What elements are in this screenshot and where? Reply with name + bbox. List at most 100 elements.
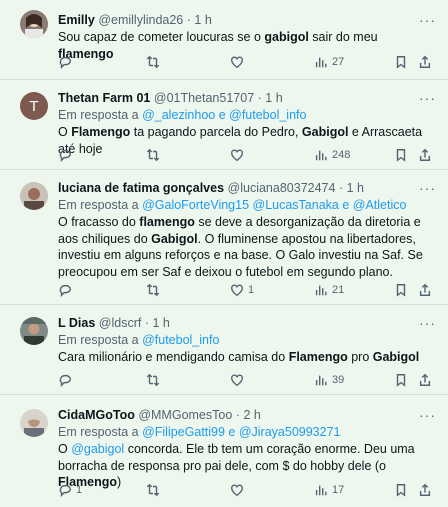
separator-dot: ·	[257, 91, 262, 105]
reply-context: Em resposta a @_alezinhoo e @futebol_inf…	[58, 107, 436, 123]
highlight-keyword: Flamengo	[71, 125, 131, 139]
retweet-icon	[146, 483, 160, 497]
highlight-keyword: flamengo	[139, 215, 195, 229]
share-icon	[419, 55, 431, 68]
reply-count: 1	[76, 484, 83, 496]
retweet-button[interactable]	[146, 55, 164, 69]
avatar[interactable]	[20, 182, 48, 210]
separator-dot: ·	[338, 181, 344, 195]
like-button[interactable]	[230, 373, 248, 387]
share-button[interactable]	[418, 483, 432, 497]
bookmark-button[interactable]	[394, 148, 408, 162]
tweet-text-segment: Cara milionário e mendigando camisa do	[58, 350, 289, 364]
tweet[interactable]: luciana de fatima gonçalves @luciana8037…	[0, 170, 448, 305]
author-handle[interactable]: @luciana80372474	[228, 181, 336, 195]
tweet-time[interactable]: 1 h	[347, 181, 364, 195]
retweet-button[interactable]	[146, 148, 164, 162]
share-button[interactable]	[418, 283, 432, 297]
tweet[interactable]: T Thetan Farm 01 @01Thetan51707 · 1 h ··…	[0, 80, 448, 170]
author-name[interactable]: Thetan Farm 01	[58, 91, 150, 105]
views-button[interactable]: 27	[314, 55, 344, 69]
tweet-time[interactable]: 1 h	[194, 13, 211, 27]
highlight-keyword: Gabigol	[372, 350, 420, 364]
bookmark-icon	[396, 484, 406, 497]
reply-button[interactable]	[58, 148, 76, 162]
bookmark-button[interactable]	[394, 283, 408, 297]
view-count: 27	[332, 56, 345, 68]
tweet-actions: 39	[58, 373, 436, 389]
avatar[interactable]	[20, 317, 48, 345]
share-button[interactable]	[418, 55, 432, 69]
retweet-button[interactable]	[146, 483, 164, 497]
reply-mentions[interactable]: @futebol_info	[142, 333, 219, 347]
tweet[interactable]: L Dias @ldscrf · 1 h ··· Em resposta a @…	[0, 305, 448, 395]
more-icon[interactable]: ···	[419, 180, 436, 196]
view-count: 39	[332, 374, 345, 386]
more-icon[interactable]: ···	[419, 407, 436, 423]
separator-dot: ·	[144, 316, 149, 330]
tweet-time[interactable]: 1 h	[152, 316, 169, 330]
views-icon	[315, 57, 327, 68]
tweet-time[interactable]: 1 h	[265, 91, 282, 105]
like-button[interactable]: 1	[230, 283, 254, 297]
reply-context: Em resposta a @GaloForteVing15 @LucasTan…	[58, 197, 436, 213]
more-icon[interactable]: ···	[419, 90, 436, 106]
like-button[interactable]	[230, 483, 248, 497]
author-handle[interactable]: @MMGomesToo	[138, 408, 232, 422]
reply-prefix: Em resposta a	[58, 425, 143, 439]
author-name[interactable]: CidaMGoToo	[58, 408, 135, 422]
share-button[interactable]	[418, 148, 432, 162]
more-icon[interactable]: ···	[419, 315, 436, 331]
tweet-time[interactable]: 2 h	[243, 408, 260, 422]
author-name[interactable]: luciana de fatima gonçalves	[58, 181, 224, 195]
tweet-header: L Dias @ldscrf · 1 h	[58, 315, 436, 331]
views-button[interactable]: 39	[314, 373, 344, 387]
mention-link[interactable]: @gabigol	[71, 442, 124, 456]
views-button[interactable]: 21	[314, 283, 344, 297]
heart-icon	[231, 56, 243, 69]
reply-prefix: Em resposta a	[58, 333, 143, 347]
share-button[interactable]	[418, 373, 432, 387]
retweet-icon	[146, 55, 160, 69]
reply-button[interactable]	[58, 283, 76, 297]
views-button[interactable]: 248	[314, 148, 350, 162]
author-handle[interactable]: @emillylinda26	[98, 13, 183, 27]
author-name[interactable]: Emilly	[58, 13, 95, 27]
bookmark-icon	[396, 284, 406, 297]
retweet-button[interactable]	[146, 373, 164, 387]
views-icon	[315, 285, 327, 296]
bookmark-button[interactable]	[394, 483, 408, 497]
tweet[interactable]: Emilly @emillylinda26 · 1 h ··· Sou capa…	[0, 0, 448, 80]
avatar[interactable]: T	[20, 92, 48, 120]
reply-icon	[59, 484, 71, 497]
reply-button[interactable]: 1	[58, 483, 82, 497]
tweet-text-segment: O	[58, 125, 72, 139]
reply-button[interactable]	[58, 55, 76, 69]
tweet-text: O fracasso do flamengo se deve a desorga…	[58, 214, 436, 280]
tweet[interactable]: CidaMGoToo @MMGomesToo · 2 h ··· Em resp…	[0, 395, 448, 507]
author-handle[interactable]: @01Thetan51707	[154, 91, 254, 105]
reply-button[interactable]	[58, 373, 76, 387]
like-button[interactable]	[230, 148, 248, 162]
share-icon	[419, 148, 431, 161]
view-count: 21	[332, 284, 345, 296]
author-handle[interactable]: @ldscrf	[99, 316, 142, 330]
views-button[interactable]: 17	[314, 483, 344, 497]
reply-icon	[59, 284, 71, 297]
like-button[interactable]	[230, 55, 248, 69]
highlight-keyword: gabigol	[264, 30, 309, 44]
reply-mentions[interactable]: @FilipeGatti99 e @Jiraya50993271	[142, 425, 340, 439]
tweet-content: Thetan Farm 01 @01Thetan51707 · 1 h ··· …	[58, 90, 436, 157]
bookmark-button[interactable]	[394, 55, 408, 69]
avatar[interactable]	[20, 10, 48, 38]
highlight-keyword: Flamengo	[288, 350, 348, 364]
bookmark-button[interactable]	[394, 373, 408, 387]
author-name[interactable]: L Dias	[58, 316, 95, 330]
reply-mentions[interactable]: @_alezinhoo e @futebol_info	[142, 108, 306, 122]
tweet-actions: 248	[58, 148, 436, 164]
retweet-button[interactable]	[146, 283, 164, 297]
more-icon[interactable]: ···	[419, 12, 436, 28]
tweet-text-segment: sair do meu	[308, 30, 378, 44]
avatar[interactable]	[20, 409, 48, 437]
reply-mentions[interactable]: @GaloForteVing15 @LucasTanaka e @Atletic…	[142, 198, 406, 212]
